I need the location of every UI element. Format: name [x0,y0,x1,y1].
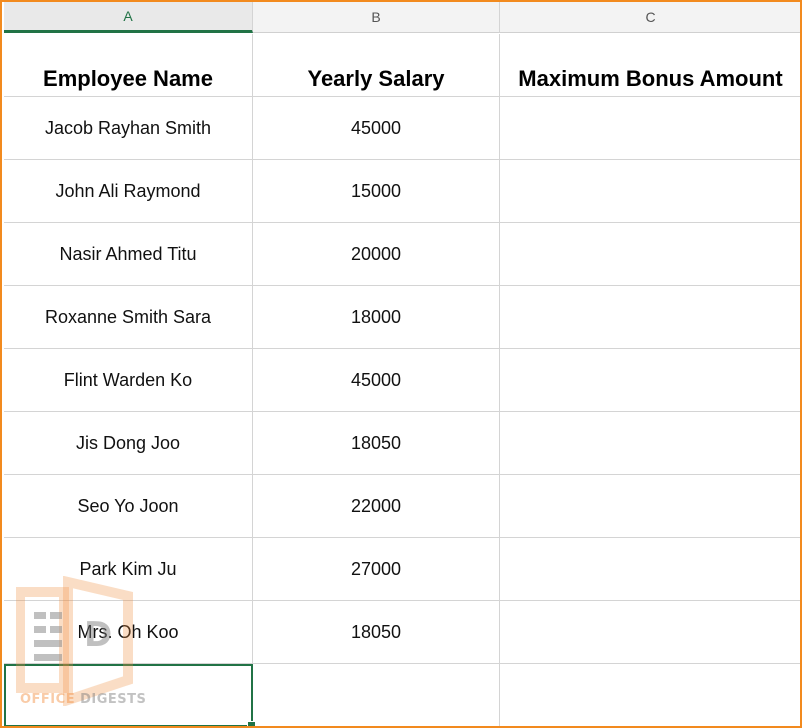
cell-employee-name[interactable]: Mrs. Oh Koo [4,601,253,664]
cell-yearly-salary[interactable]: 18050 [253,412,500,475]
cell-maximum-bonus[interactable] [500,223,800,286]
table-row: Seo Yo Joon 22000 [4,475,800,538]
cell-maximum-bonus[interactable] [500,349,800,412]
table-row: Roxanne Smith Sara 18000 [4,286,800,349]
table-row: Flint Warden Ko 45000 [4,349,800,412]
watermark-word-digests: DIGESTS [80,692,147,707]
cell-employee-name[interactable]: Seo Yo Joon [4,475,253,538]
cell-maximum-bonus[interactable] [500,286,800,349]
cell-employee-name[interactable]: Jacob Rayhan Smith [4,97,253,160]
cell-grid: Employee Name Yearly Salary Maximum Bonu… [4,34,800,726]
table-row: John Ali Raymond 15000 [4,160,800,223]
cell-employee-name[interactable]: Park Kim Ju [4,538,253,601]
screenshot-frame: A B C Employee Name Yearly Salary Maximu… [0,0,802,728]
empty-cell[interactable] [253,664,500,726]
cell-employee-name[interactable]: Nasir Ahmed Titu [4,223,253,286]
column-header-a[interactable]: A [4,2,253,33]
cell-maximum-bonus[interactable] [500,412,800,475]
cell-maximum-bonus[interactable] [500,160,800,223]
cell-maximum-bonus[interactable] [500,538,800,601]
column-header-b[interactable]: B [253,2,500,33]
cell-employee-name[interactable]: John Ali Raymond [4,160,253,223]
cell-maximum-bonus[interactable] [500,475,800,538]
column-header-c[interactable]: C [500,2,800,33]
header-cell-maximum-bonus[interactable]: Maximum Bonus Amount [500,34,800,97]
cell-yearly-salary[interactable]: 27000 [253,538,500,601]
watermark-text: OFFICE DIGESTS [20,692,146,707]
cell-employee-name[interactable]: Flint Warden Ko [4,349,253,412]
cell-yearly-salary[interactable]: 22000 [253,475,500,538]
cell-employee-name[interactable]: Jis Dong Joo [4,412,253,475]
table-row: Jacob Rayhan Smith 45000 [4,97,800,160]
cell-yearly-salary[interactable]: 45000 [253,97,500,160]
table-row: Nasir Ahmed Titu 20000 [4,223,800,286]
table-header-row: Employee Name Yearly Salary Maximum Bonu… [4,34,800,97]
table-row: Jis Dong Joo 18050 [4,412,800,475]
fill-handle[interactable] [247,721,256,726]
watermark-word-office: OFFICE [20,692,76,707]
cell-employee-name[interactable]: Roxanne Smith Sara [4,286,253,349]
table-row: Mrs. Oh Koo 18050 [4,601,800,664]
cell-yearly-salary[interactable]: 18050 [253,601,500,664]
cell-maximum-bonus[interactable] [500,97,800,160]
cell-yearly-salary[interactable]: 20000 [253,223,500,286]
header-cell-yearly-salary[interactable]: Yearly Salary [253,34,500,97]
column-headers: A B C [4,2,800,34]
table-row: Park Kim Ju 27000 [4,538,800,601]
cell-yearly-salary[interactable]: 15000 [253,160,500,223]
header-cell-employee-name[interactable]: Employee Name [4,34,253,97]
empty-cell[interactable] [500,664,800,726]
cell-yearly-salary[interactable]: 45000 [253,349,500,412]
cell-maximum-bonus[interactable] [500,601,800,664]
cell-yearly-salary[interactable]: 18000 [253,286,500,349]
